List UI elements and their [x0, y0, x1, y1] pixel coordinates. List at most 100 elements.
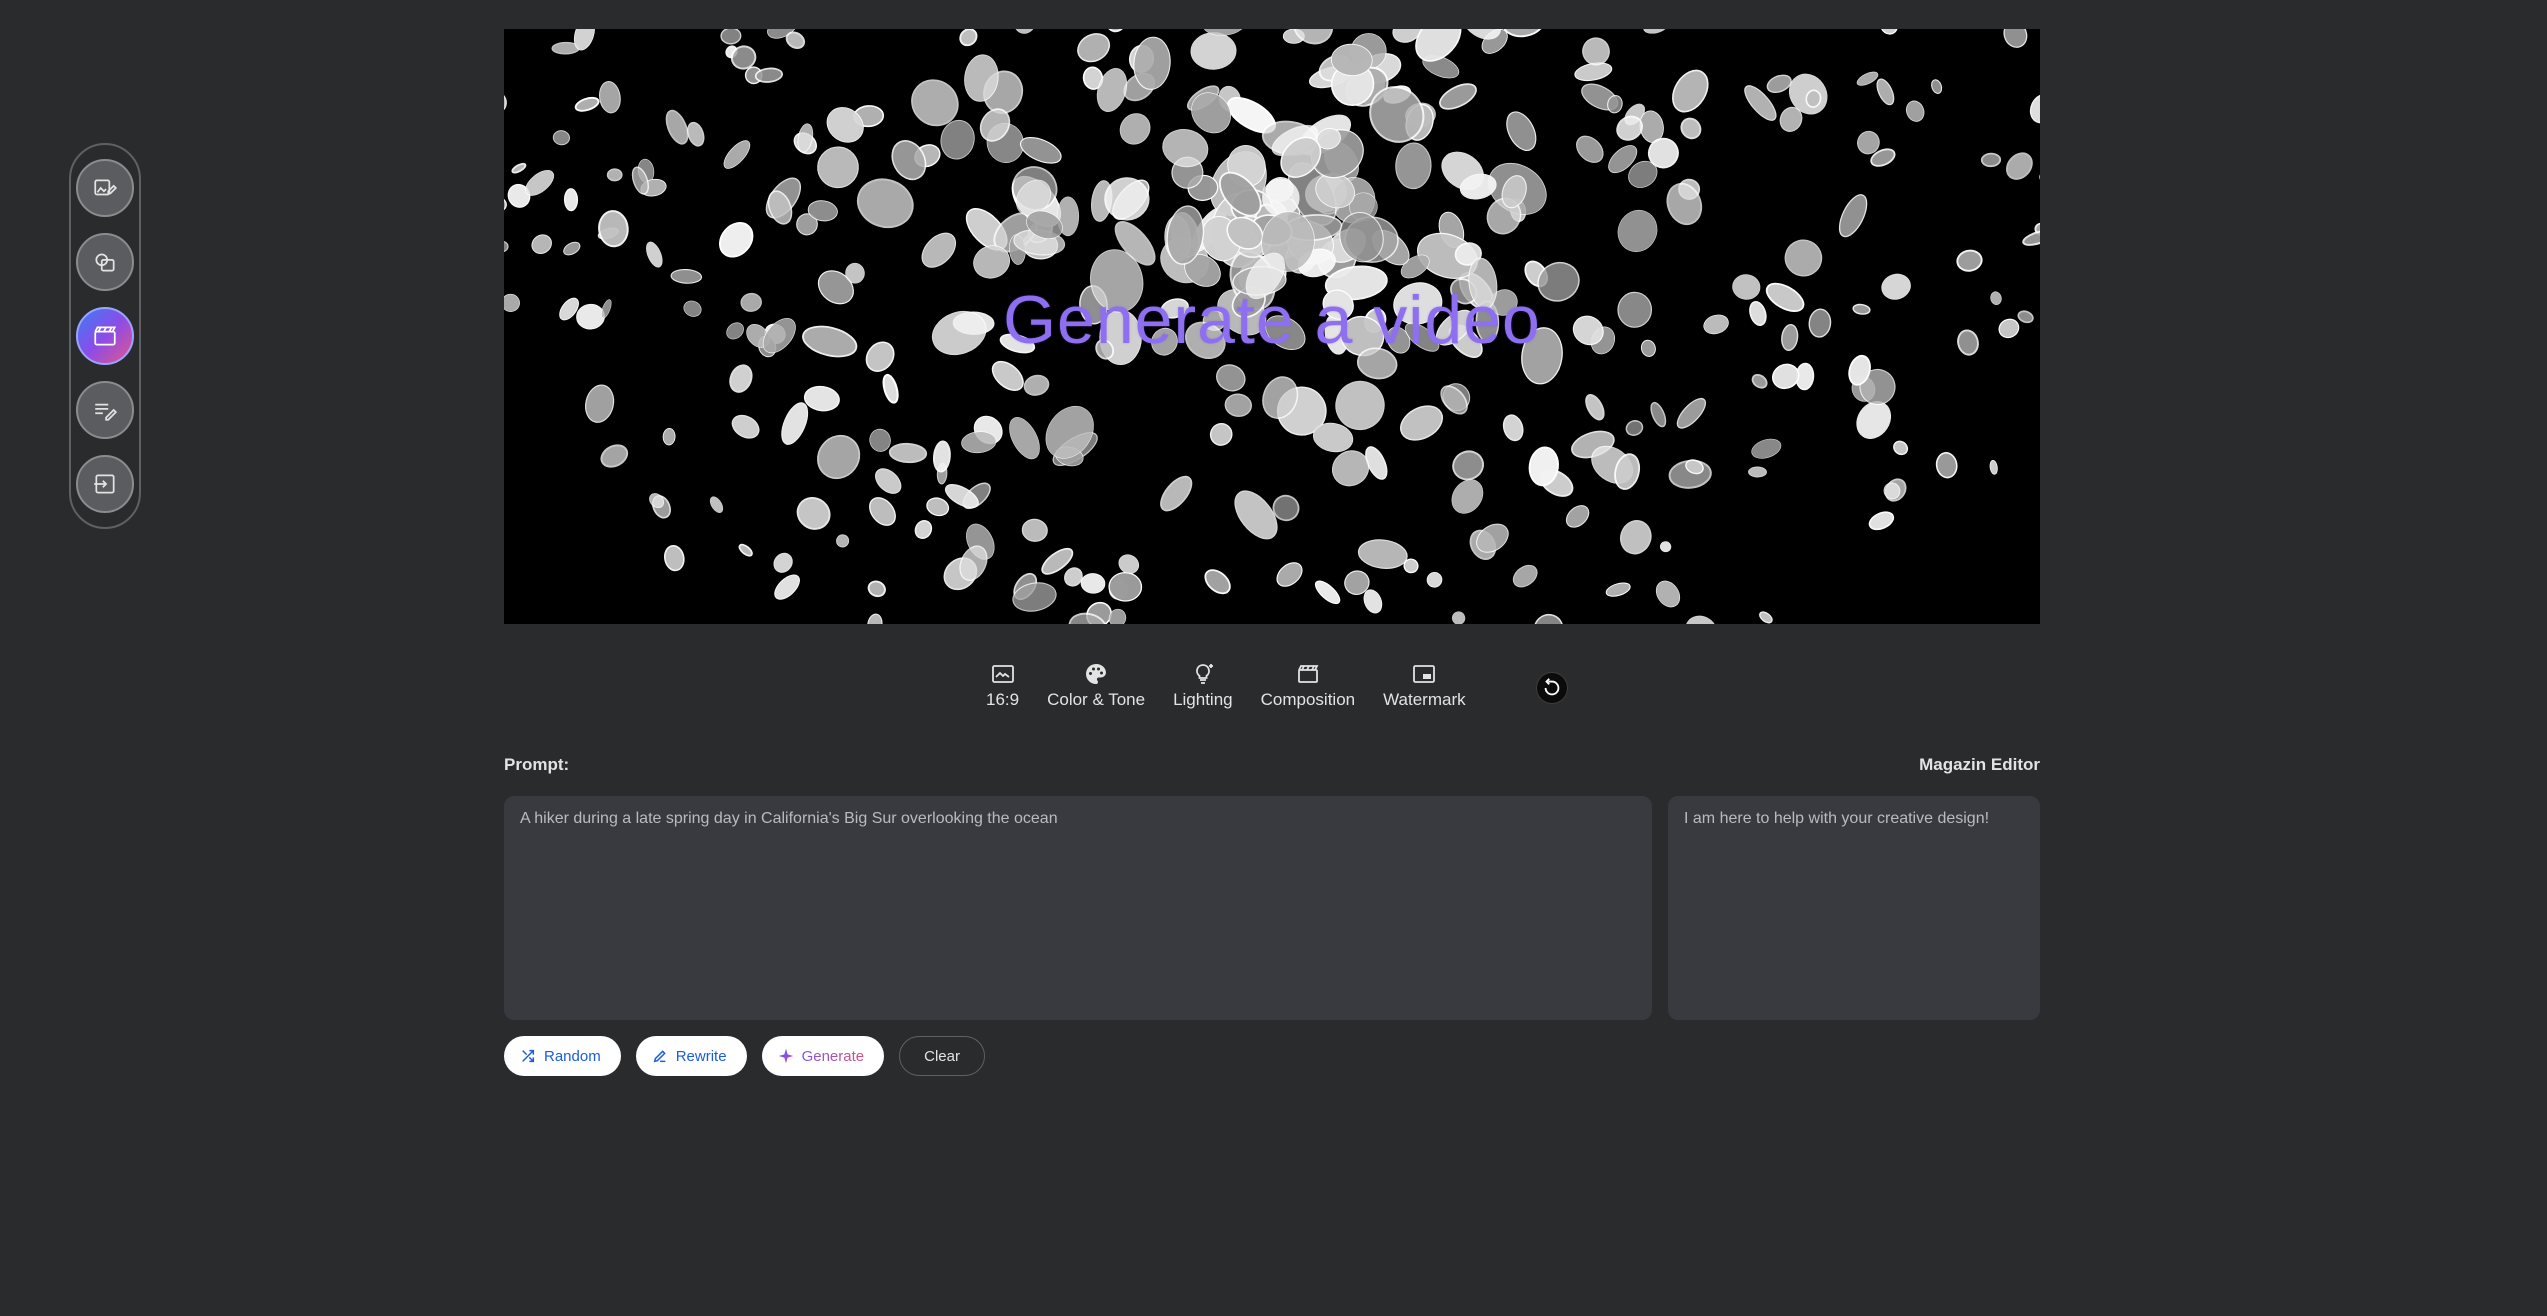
hero-title: Generate a video — [1003, 282, 1541, 358]
tool-rail — [69, 143, 141, 529]
splash-droplet — [1655, 580, 1681, 608]
splash-droplet — [1502, 29, 1546, 38]
splash-droplet — [869, 497, 896, 526]
random-label: Random — [544, 1047, 601, 1065]
splash-droplet — [882, 373, 899, 404]
splash-droplet — [1876, 78, 1895, 106]
splash-droplet — [1426, 572, 1443, 588]
video-preview: Generate a video — [504, 29, 2040, 624]
sparkle-icon — [778, 1048, 793, 1064]
splash-droplet — [796, 496, 831, 530]
splash-droplet — [1989, 459, 1998, 475]
splash-droplet — [1666, 182, 1703, 226]
splash-droplet — [1395, 142, 1432, 190]
splash-droplet — [599, 81, 621, 114]
composition-button[interactable]: Composition — [1247, 662, 1370, 710]
prompt-input[interactable] — [504, 796, 1652, 1020]
splash-droplet — [803, 385, 840, 412]
video-clapper-icon — [94, 326, 117, 346]
lighting-label: Lighting — [1173, 690, 1233, 709]
splash-droplet — [511, 162, 527, 174]
splash-droplet — [504, 240, 509, 253]
splash-droplet — [1104, 29, 1130, 33]
splash-droplet — [1045, 405, 1094, 459]
splash-droplet — [1748, 466, 1767, 478]
splash-droplet — [1209, 423, 1233, 446]
splash-droplet — [1506, 111, 1537, 151]
image-edit-icon — [94, 179, 118, 196]
splash-droplet — [574, 96, 600, 112]
splash-droplet — [781, 402, 809, 445]
splash-droplet — [1119, 113, 1151, 145]
splash-droplet — [584, 384, 615, 423]
splash-droplet — [663, 544, 685, 572]
text-edit-button[interactable] — [76, 381, 134, 439]
exit-button[interactable] — [76, 455, 134, 513]
splash-droplet — [926, 497, 950, 517]
splash-droplet — [1104, 177, 1150, 221]
splash-droplet — [1512, 564, 1538, 588]
splash-droplet — [1502, 414, 1524, 442]
splash-droplet — [856, 178, 914, 229]
color-tone-button[interactable]: Color & Tone — [1033, 662, 1159, 710]
editor-input[interactable] — [1668, 796, 2040, 1020]
settings-toolbar: 16:9 Color & Tone Lighting Composition W… — [972, 662, 1480, 710]
splash-droplet — [1935, 452, 1958, 479]
splash-droplet — [836, 534, 850, 548]
rewrite-label: Rewrite — [675, 1047, 727, 1065]
splash-droplet — [2029, 93, 2040, 124]
generate-button[interactable]: Generate — [761, 1036, 885, 1076]
splash-droplet — [598, 210, 629, 248]
splash-droplet — [867, 580, 886, 598]
splash-droplet — [1216, 364, 1246, 392]
splash-droplet — [1893, 440, 1909, 456]
splash-droplet — [738, 543, 753, 557]
splash-droplet — [719, 222, 754, 258]
rewrite-button[interactable]: Rewrite — [635, 1036, 747, 1076]
splash-droplet — [817, 434, 861, 480]
splash-droplet — [774, 574, 800, 600]
splash-droplet — [1451, 611, 1466, 624]
splash-droplet — [1759, 611, 1773, 624]
clear-button[interactable]: Clear — [899, 1036, 985, 1076]
splash-droplet — [531, 234, 552, 254]
splash-droplet — [1077, 33, 1111, 63]
watermark-button[interactable]: Watermark — [1369, 662, 1480, 710]
splash-droplet — [1650, 401, 1667, 428]
splash-droplet — [552, 130, 570, 146]
splash-droplet — [1676, 397, 1707, 429]
splash-droplet — [563, 188, 579, 212]
splash-droplet — [891, 140, 927, 181]
splash-droplet — [1784, 239, 1823, 277]
splash-droplet — [1772, 363, 1800, 390]
watermark-icon — [1413, 665, 1436, 683]
splash-droplet — [1314, 580, 1341, 605]
splash-droplet — [646, 241, 663, 268]
aspect-ratio-button[interactable]: 16:9 — [972, 662, 1033, 710]
video-generate-button[interactable] — [76, 307, 134, 365]
image-stack-button[interactable] — [76, 233, 134, 291]
aspect-ratio-label: 16:9 — [986, 690, 1020, 709]
lightbulb-icon — [1195, 664, 1213, 684]
splash-droplet — [1023, 374, 1050, 396]
splash-droplet — [1751, 438, 1782, 459]
palette-icon — [1086, 664, 1107, 684]
splash-droplet — [1868, 511, 1895, 531]
random-button[interactable]: Random — [504, 1036, 621, 1076]
composition-label: Composition — [1260, 690, 1356, 709]
splash-droplet — [1838, 194, 1868, 238]
splash-droplet — [2003, 29, 2028, 48]
splash-droplet — [914, 520, 933, 539]
color-tone-label: Color & Tone — [1047, 690, 1146, 709]
splash-droplet — [1956, 249, 1983, 272]
splash-droplet — [729, 364, 753, 393]
image-edit-button[interactable] — [76, 159, 134, 217]
splash-droplet — [504, 90, 507, 115]
splash-droplet — [1605, 582, 1631, 597]
reset-button[interactable] — [1536, 672, 1568, 704]
splash-droplet — [1357, 539, 1408, 569]
generate-label: Generate — [801, 1047, 865, 1065]
splash-droplet — [867, 613, 883, 624]
splash-droplet — [1576, 135, 1604, 163]
lighting-button[interactable]: Lighting — [1159, 662, 1247, 710]
